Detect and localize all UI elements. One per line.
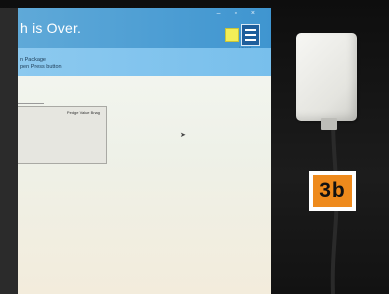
info-line-2: pen Press button	[20, 64, 62, 70]
photo-frame: h is Over. – ▫ × Layout n Package pen Pr…	[0, 0, 389, 294]
monitor: h is Over. – ▫ × Layout n Package pen Pr…	[0, 8, 271, 294]
monitor-screen: h is Over. – ▫ × Layout n Package pen Pr…	[18, 8, 271, 294]
info-bar: n Package pen Press button	[18, 48, 271, 76]
info-line-1: n Package	[20, 57, 46, 63]
field-underline	[18, 103, 44, 104]
step-badge-label: 3b	[313, 175, 352, 207]
step-badge: 3b	[309, 171, 356, 211]
app-title-bar: h is Over. – ▫ × Layout	[18, 8, 271, 50]
status-indicator-icon	[225, 28, 239, 42]
mouse-cursor-icon: ➤	[180, 132, 186, 139]
hamburger-menu-icon[interactable]	[241, 24, 260, 46]
usb-device	[296, 33, 357, 121]
device-connector	[321, 118, 337, 130]
window-controls[interactable]: – ▫ ×	[217, 10, 261, 17]
app-title: h is Over.	[20, 20, 82, 36]
value-panel: Pedge Value Bnag	[18, 106, 107, 164]
panel-header: Pedge Value Bnag	[66, 110, 100, 115]
